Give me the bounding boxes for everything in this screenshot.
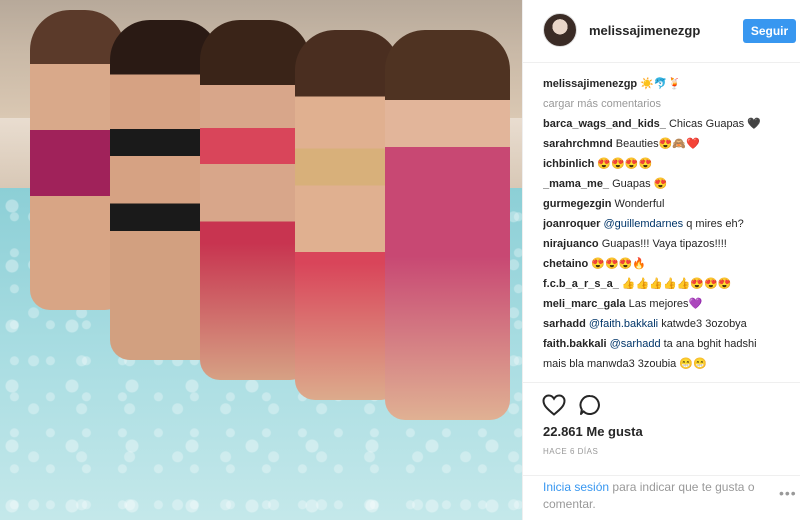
comment-username[interactable]: gurmegezgin: [543, 198, 611, 210]
comment-text: mais bla manwda3 3zoubia 😁😁: [543, 358, 707, 370]
comment-username[interactable]: faith.bakkali: [543, 338, 607, 350]
login-prompt: Inicia sesión para indicar que te gusta …: [543, 479, 773, 513]
comment-username[interactable]: joanroquer: [543, 218, 600, 230]
comment-username[interactable]: f.c.b_a_r_s_a_: [543, 278, 619, 290]
comment-username[interactable]: sarhadd: [543, 318, 586, 330]
post-header: melissajimenezgp Seguir: [523, 0, 800, 63]
comment: faith.bakkali @sarhadd ta ana bghit hads…: [543, 334, 795, 354]
comment-list: melissajimenezgp ☀️🐬🍹 cargar más comenta…: [543, 74, 795, 374]
post-photo: [0, 0, 522, 520]
comment-text: q mires eh?: [686, 218, 744, 230]
post-username[interactable]: melissajimenezgp: [589, 23, 700, 38]
comment: gurmegezgin Wonderful: [543, 194, 795, 214]
comment-text: Guapas!!! Vaya tipazos!!!!: [601, 238, 727, 250]
comment-text: Guapas 😍: [612, 178, 668, 190]
comment-username[interactable]: _mama_me_: [543, 178, 609, 190]
login-prompt-text-2: comentar.: [543, 497, 596, 511]
comment-text: 😍😍😍🔥: [591, 258, 647, 270]
comment-text: Chicas Guapas 🖤: [668, 118, 761, 130]
comment: sarahrchmnd Beauties😍🙈❤️: [543, 134, 795, 154]
comment: chetaino 😍😍😍🔥: [543, 254, 795, 274]
comment: barca_wags_and_kids_ Chicas Guapas 🖤: [543, 114, 795, 134]
caption-text: ☀️🐬🍹: [640, 78, 682, 90]
caption-username[interactable]: melissajimenezgp: [543, 78, 637, 90]
heart-icon[interactable]: [542, 394, 566, 416]
comment-username[interactable]: chetaino: [543, 258, 588, 270]
post-timestamp: HACE 6 DÍAS: [543, 447, 599, 456]
comment-username[interactable]: barca_wags_and_kids_: [543, 118, 666, 130]
comment-username[interactable]: sarahrchmnd: [543, 138, 613, 150]
comment: f.c.b_a_r_s_a_ 👍👍👍👍👍😍😍😍: [543, 274, 795, 294]
comment-mention[interactable]: @sarhadd: [610, 338, 661, 350]
caption: melissajimenezgp ☀️🐬🍹: [543, 74, 795, 94]
login-prompt-text: para indicar que te gusta o: [612, 480, 755, 494]
like-count[interactable]: 22.861 Me gusta: [543, 424, 643, 439]
post-sidebar: melissajimenezgp Seguir melissajimenezgp…: [523, 0, 800, 520]
comment-text: 👍👍👍👍👍😍😍😍: [621, 278, 732, 290]
comment: _mama_me_ Guapas 😍: [543, 174, 795, 194]
comment-text: ta ana bghit hadshi: [663, 338, 757, 350]
comment: nirajuanco Guapas!!! Vaya tipazos!!!!: [543, 234, 795, 254]
comment-text: Wonderful: [614, 198, 665, 210]
comment-username[interactable]: meli_marc_gala: [543, 298, 626, 310]
comment-mention[interactable]: @faith.bakkali: [589, 318, 658, 330]
comment-continuation: mais bla manwda3 3zoubia 😁😁: [543, 354, 795, 374]
comment-text: Las mejores💜: [628, 298, 703, 310]
avatar[interactable]: [543, 13, 577, 47]
person-3: [200, 20, 310, 380]
comment-mention[interactable]: @guillemdarnes: [604, 218, 684, 230]
more-options-icon[interactable]: •••: [779, 485, 797, 501]
comment: ichbinlich 😍😍😍😍: [543, 154, 795, 174]
comment: joanroquer @guillemdarnes q mires eh?: [543, 214, 795, 234]
post-actions: 22.861 Me gusta HACE 6 DÍAS Inicia sesió…: [523, 382, 800, 513]
comment-text: katwde3 3ozobya: [661, 318, 747, 330]
comment-username[interactable]: nirajuanco: [543, 238, 599, 250]
comment-bubble-icon[interactable]: [579, 394, 601, 416]
load-more-comments[interactable]: cargar más comentarios: [543, 94, 795, 114]
comment-text: 😍😍😍😍: [597, 158, 653, 170]
person-5: [385, 30, 510, 420]
follow-button[interactable]: Seguir: [743, 19, 796, 43]
comment-text: Beauties😍🙈❤️: [615, 138, 700, 150]
login-link[interactable]: Inicia sesión: [543, 480, 609, 494]
comment-username[interactable]: ichbinlich: [543, 158, 594, 170]
comment: sarhadd @faith.bakkali katwde3 3ozobya: [543, 314, 795, 334]
comment: meli_marc_gala Las mejores💜: [543, 294, 795, 314]
